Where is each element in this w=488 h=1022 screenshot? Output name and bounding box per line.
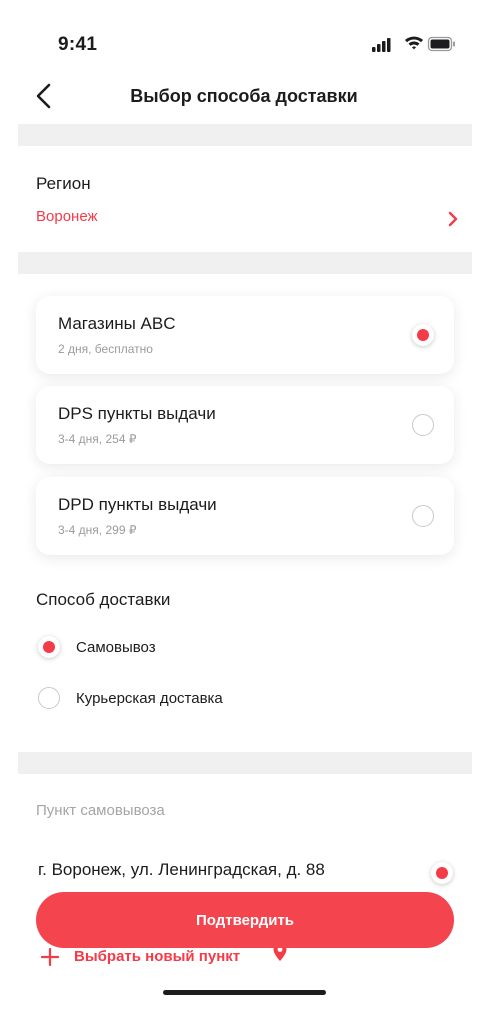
method-radio[interactable] — [38, 687, 60, 709]
delivery-service-card[interactable]: Магазины ABC 2 дня, бесплатно — [36, 296, 454, 374]
region-label: Регион — [36, 174, 91, 193]
region-selector[interactable]: Воронеж — [36, 208, 460, 232]
delivery-method-title: Способ доставки — [36, 590, 171, 609]
chevron-right-icon — [448, 211, 458, 227]
pickup-label: Пункт самовывоза — [36, 802, 165, 819]
section-divider — [18, 752, 472, 774]
battery-icon — [427, 36, 455, 52]
section-divider — [18, 252, 472, 274]
page-title: Выбор способа доставки — [130, 86, 358, 106]
method-radio-selected[interactable] — [38, 636, 60, 658]
signal-icon — [372, 38, 391, 52]
confirm-button[interactable]: Подтвердить — [36, 892, 454, 948]
service-name: Магазины ABC — [58, 314, 176, 333]
region-value: Воронеж — [36, 208, 98, 225]
service-radio-selected[interactable] — [412, 324, 434, 346]
service-name: DPD пункты выдачи — [58, 495, 217, 514]
status-icons — [372, 36, 455, 52]
status-time: 9:41 — [58, 34, 98, 55]
choose-new-point-label: Выбрать новый пункт — [74, 948, 241, 965]
service-name: DPS пункты выдачи — [58, 404, 216, 423]
wifi-icon — [405, 36, 423, 50]
delivery-service-card[interactable]: DPS пункты выдачи 3-4 дня, 254 ₽ — [36, 386, 454, 464]
pickup-address: г. Воронеж, ул. Ленинградская, д. 88 — [38, 860, 325, 879]
delivery-service-card[interactable]: DPD пункты выдачи 3-4 дня, 299 ₽ — [36, 477, 454, 555]
service-details: 2 дня, бесплатно — [58, 342, 153, 356]
method-option-label: Курьерская доставка — [76, 690, 223, 707]
service-details: 3-4 дня, 254 ₽ — [58, 432, 137, 446]
method-option-label: Самовывоз — [76, 639, 156, 656]
pickup-radio-selected[interactable] — [431, 862, 453, 884]
service-radio[interactable] — [412, 414, 434, 436]
service-details: 3-4 дня, 299 ₽ — [58, 523, 137, 537]
service-radio[interactable] — [412, 505, 434, 527]
plus-icon — [40, 947, 60, 967]
section-divider — [18, 124, 472, 146]
home-indicator — [163, 990, 326, 995]
